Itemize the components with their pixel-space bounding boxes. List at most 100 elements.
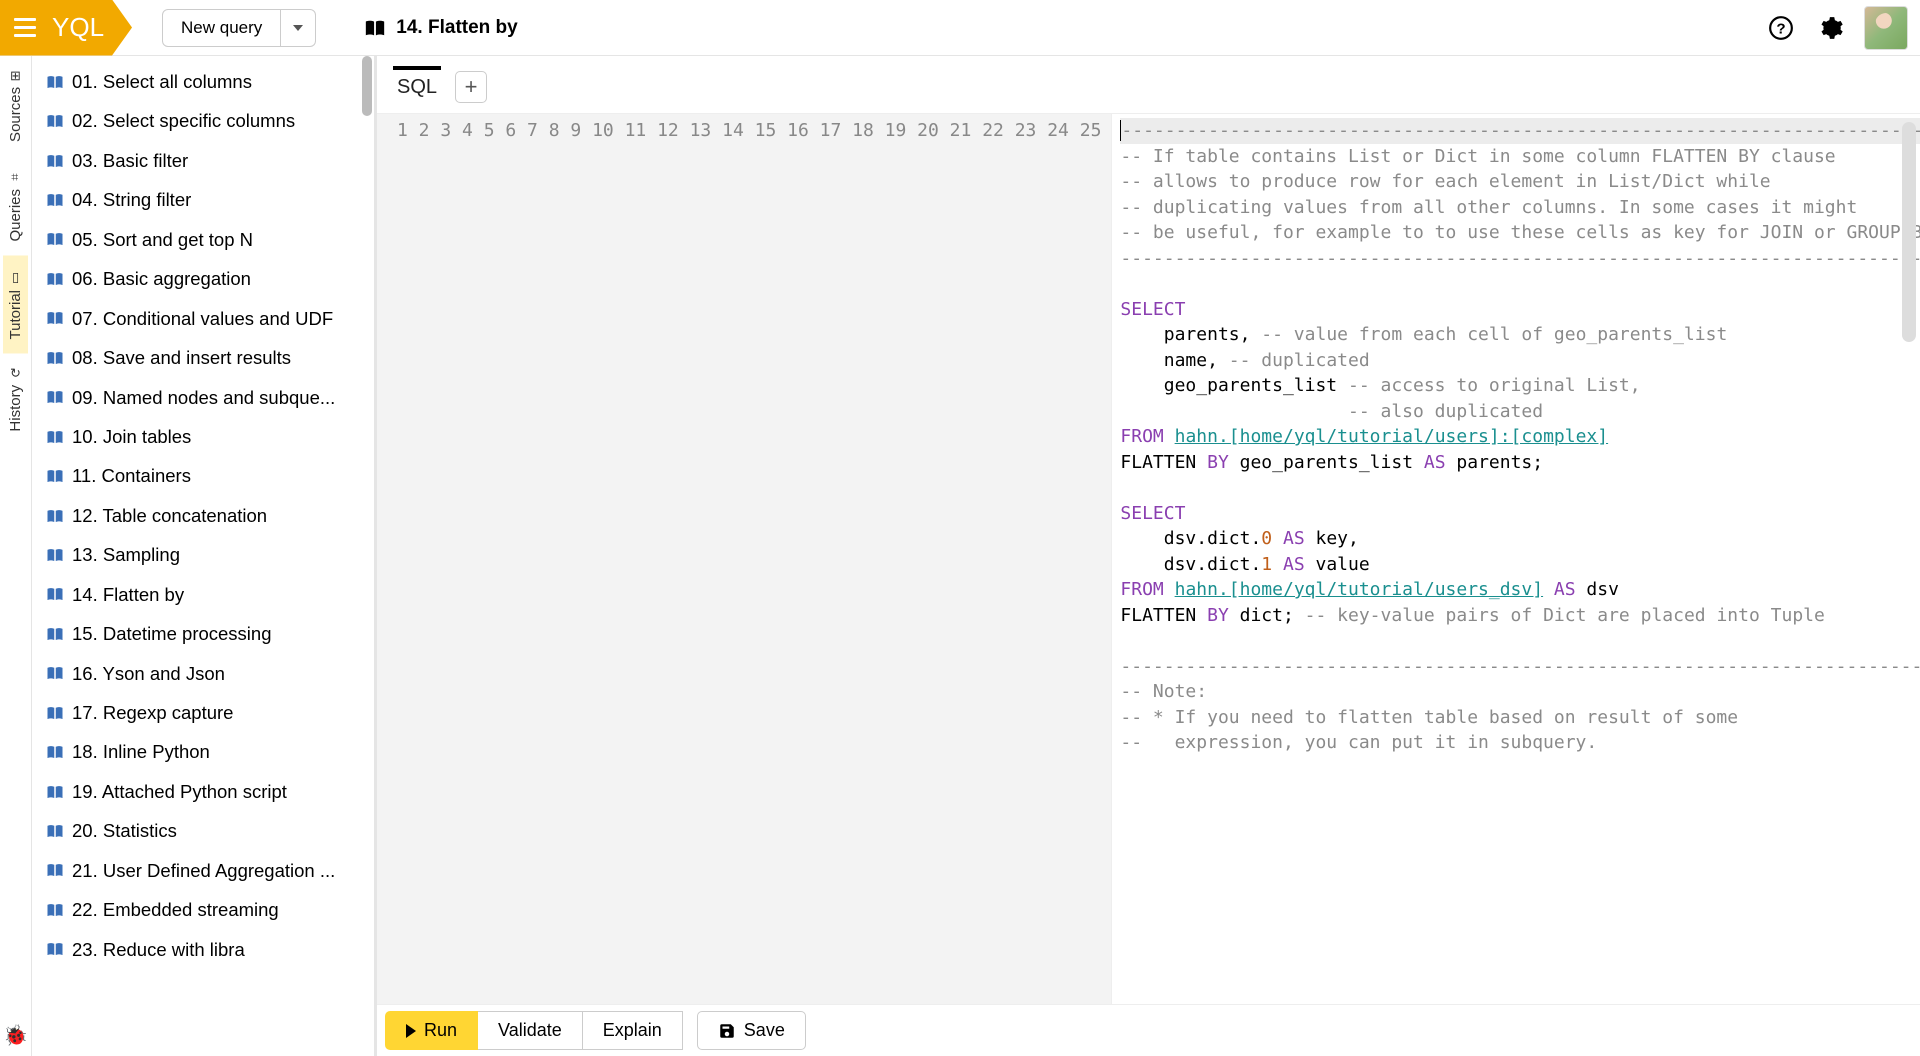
tutorial-item-label: 23. Reduce with libra xyxy=(72,934,245,965)
book-icon xyxy=(46,153,64,169)
side-tab-tutorial[interactable]: Tutorial ▭ xyxy=(3,255,28,353)
tutorial-item-label: 06. Basic aggregation xyxy=(72,263,251,294)
add-tab-button[interactable]: + xyxy=(455,71,487,103)
new-query-button[interactable]: New query xyxy=(162,9,281,47)
tutorial-item-label: 15. Datetime processing xyxy=(72,618,272,649)
logo-block: YQL xyxy=(0,0,132,56)
tutorial-item[interactable]: 10. Join tables xyxy=(32,417,374,456)
line-gutter: 1 2 3 4 5 6 7 8 9 10 11 12 13 14 15 16 1… xyxy=(377,114,1112,1004)
gear-icon xyxy=(1818,15,1844,41)
help-button[interactable]: ? xyxy=(1764,11,1798,45)
tutorial-item[interactable]: 02. Select specific columns xyxy=(32,101,374,140)
save-icon xyxy=(718,1022,736,1040)
hamburger-icon[interactable] xyxy=(14,18,36,37)
book-icon xyxy=(46,231,64,247)
run-label: Run xyxy=(424,1020,457,1041)
tutorial-item[interactable]: 09. Named nodes and subque... xyxy=(32,378,374,417)
history-tab-icon: ↻ xyxy=(10,366,21,381)
avatar[interactable] xyxy=(1864,6,1908,50)
book-icon xyxy=(46,429,64,445)
book-icon xyxy=(364,18,386,38)
tutorial-item[interactable]: 04. String filter xyxy=(32,180,374,219)
tutorial-item-label: 13. Sampling xyxy=(72,539,180,570)
bug-report-button[interactable]: 🐞 xyxy=(3,1015,28,1056)
side-tab-history[interactable]: History ↻ xyxy=(3,354,28,446)
save-button[interactable]: Save xyxy=(697,1011,806,1050)
book-icon xyxy=(46,547,64,563)
side-tab-label: History xyxy=(7,385,24,432)
book-icon xyxy=(46,113,64,129)
book-icon xyxy=(46,626,64,642)
tutorial-item[interactable]: 01. Select all columns xyxy=(32,62,374,101)
settings-button[interactable] xyxy=(1814,11,1848,45)
tutorial-item[interactable]: 20. Statistics xyxy=(32,811,374,850)
side-tab-label: Sources xyxy=(7,87,24,142)
book-icon xyxy=(46,862,64,878)
book-icon xyxy=(46,508,64,524)
sidebar-scrollbar[interactable] xyxy=(362,56,372,116)
tutorial-item-label: 16. Yson and Json xyxy=(72,658,225,689)
tutorial-sidebar: 01. Select all columns 02. Select specifi… xyxy=(32,56,377,1056)
new-query-dropdown[interactable] xyxy=(281,9,316,47)
tutorial-item-label: 01. Select all columns xyxy=(72,66,252,97)
side-tabs: Sources ⊞ Queries ⌗ Tutorial ▭ History ↻ 🐞 xyxy=(0,56,32,1056)
side-tab-label: Queries xyxy=(7,189,24,242)
code-editor[interactable]: 1 2 3 4 5 6 7 8 9 10 11 12 13 14 15 16 1… xyxy=(377,113,1920,1004)
tutorial-item[interactable]: 08. Save and insert results xyxy=(32,338,374,377)
book-icon xyxy=(46,665,64,681)
tutorial-item[interactable]: 18. Inline Python xyxy=(32,732,374,771)
book-icon xyxy=(46,350,64,366)
editor-scrollbar[interactable] xyxy=(1902,122,1916,342)
chevron-down-icon xyxy=(293,25,303,31)
tutorial-item[interactable]: 03. Basic filter xyxy=(32,141,374,180)
tutorial-item[interactable]: 16. Yson and Json xyxy=(32,654,374,693)
tutorial-tab-icon: ▭ xyxy=(8,269,23,284)
book-icon xyxy=(46,271,64,287)
side-tab-sources[interactable]: Sources ⊞ xyxy=(3,56,28,156)
svg-text:?: ? xyxy=(1776,20,1785,37)
explain-button[interactable]: Explain xyxy=(583,1011,683,1050)
book-icon xyxy=(46,941,64,957)
tutorial-item[interactable]: 21. User Defined Aggregation ... xyxy=(32,851,374,890)
tutorial-item-label: 10. Join tables xyxy=(72,421,191,452)
play-icon xyxy=(406,1024,416,1038)
save-label: Save xyxy=(744,1020,785,1041)
new-query-group: New query xyxy=(162,9,316,47)
tutorial-item[interactable]: 19. Attached Python script xyxy=(32,772,374,811)
book-icon xyxy=(46,744,64,760)
run-button[interactable]: Run xyxy=(385,1011,478,1050)
validate-button[interactable]: Validate xyxy=(478,1011,583,1050)
help-icon: ? xyxy=(1768,15,1794,41)
tutorial-item[interactable]: 11. Containers xyxy=(32,456,374,495)
book-icon xyxy=(46,823,64,839)
tutorial-item[interactable]: 17. Regexp capture xyxy=(32,693,374,732)
book-icon xyxy=(46,902,64,918)
tutorial-item[interactable]: 15. Datetime processing xyxy=(32,614,374,653)
side-tab-queries[interactable]: Queries ⌗ xyxy=(3,156,28,256)
code-content[interactable]: ----------------------------------------… xyxy=(1112,114,1920,1004)
tutorial-item-label: 20. Statistics xyxy=(72,815,177,846)
tutorial-item-label: 18. Inline Python xyxy=(72,736,210,767)
header: YQL New query 14. Flatten by ? xyxy=(0,0,1920,56)
queries-tab-icon: ⌗ xyxy=(9,169,22,184)
app-logo-text: YQL xyxy=(52,12,104,43)
tutorial-item[interactable]: 13. Sampling xyxy=(32,535,374,574)
tutorial-item[interactable]: 05. Sort and get top N xyxy=(32,220,374,259)
page-title-block: 14. Flatten by xyxy=(364,17,517,39)
tutorial-item[interactable]: 14. Flatten by xyxy=(32,575,374,614)
tutorial-item-label: 04. String filter xyxy=(72,184,191,215)
tutorial-item[interactable]: 06. Basic aggregation xyxy=(32,259,374,298)
sources-tab-icon: ⊞ xyxy=(10,68,21,83)
tutorial-item[interactable]: 07. Conditional values and UDF xyxy=(32,299,374,338)
tutorial-item-label: 09. Named nodes and subque... xyxy=(72,382,335,413)
tutorial-item-label: 08. Save and insert results xyxy=(72,342,291,373)
editor-tab-sql[interactable]: SQL xyxy=(393,66,441,107)
tutorial-item[interactable]: 12. Table concatenation xyxy=(32,496,374,535)
book-icon xyxy=(46,784,64,800)
tutorial-item[interactable]: 23. Reduce with libra xyxy=(32,930,374,969)
tutorial-item[interactable]: 22. Embedded streaming xyxy=(32,890,374,929)
tutorial-item-label: 05. Sort and get top N xyxy=(72,224,253,255)
side-tab-label: Tutorial xyxy=(7,290,24,339)
book-icon xyxy=(46,310,64,326)
tutorial-item-label: 03. Basic filter xyxy=(72,145,188,176)
